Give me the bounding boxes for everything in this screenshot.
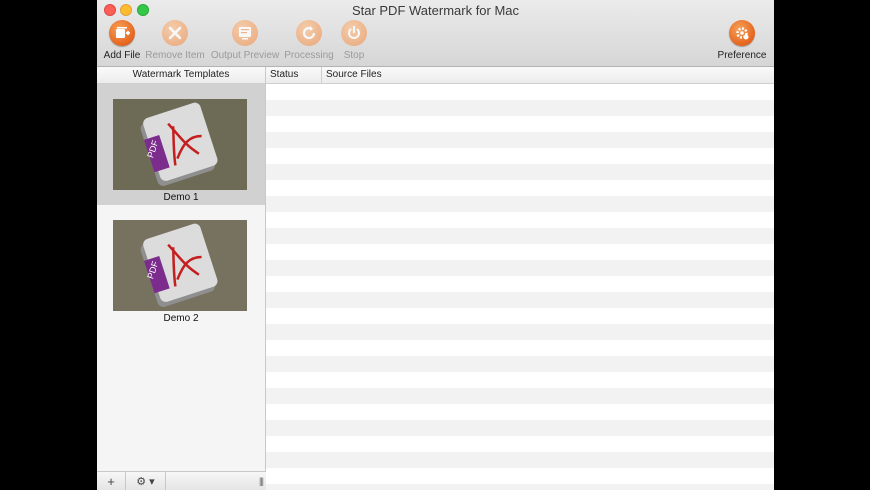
template-label: Demo 2 xyxy=(163,313,199,324)
sidebar-header: Watermark Templates xyxy=(97,67,265,84)
template-label: Demo 1 xyxy=(163,192,199,203)
remove-item-button[interactable]: Remove Item xyxy=(140,20,210,61)
preference-label: Preference xyxy=(717,50,767,61)
template-item[interactable]: PDF Demo 1 xyxy=(97,84,265,205)
preview-icon xyxy=(232,20,258,46)
templates-sidebar: Watermark Templates PDF Demo 1 PDF Demo … xyxy=(97,67,266,490)
window-title: Star PDF Watermark for Mac xyxy=(351,3,520,18)
column-header-status[interactable]: Status xyxy=(266,67,322,84)
power-icon xyxy=(341,20,367,46)
stop-button[interactable]: Stop xyxy=(319,20,389,61)
remove-item-label: Remove Item xyxy=(145,50,205,61)
source-files-table[interactable]: Status Source Files xyxy=(266,67,774,490)
resize-handle[interactable]: ||| xyxy=(259,476,264,486)
settings-gear-icon xyxy=(729,20,755,46)
column-header-source-files[interactable]: Source Files xyxy=(322,67,774,84)
add-file-label: Add File xyxy=(103,50,141,61)
app-window: Star PDF Watermark for Mac Add File Remo… xyxy=(97,0,774,490)
table-rows xyxy=(266,84,774,490)
title-toolbar: Star PDF Watermark for Mac Add File Remo… xyxy=(97,0,774,67)
add-template-button[interactable]: + xyxy=(97,472,126,490)
output-preview-button[interactable]: Output Preview xyxy=(210,20,280,61)
template-thumbnail: PDF xyxy=(113,99,247,190)
template-item[interactable]: PDF Demo 2 xyxy=(97,205,265,326)
add-file-icon xyxy=(109,20,135,46)
template-actions-gear-icon[interactable]: ⚙ ▾ xyxy=(126,472,166,490)
table-header: Status Source Files xyxy=(266,67,774,84)
output-preview-label: Output Preview xyxy=(210,50,280,61)
remove-icon xyxy=(162,20,188,46)
stop-label: Stop xyxy=(343,50,365,61)
preference-button[interactable]: Preference xyxy=(707,20,774,61)
sidebar-footer: + ⚙ ▾ ||| xyxy=(97,471,266,490)
template-thumbnail: PDF xyxy=(113,220,247,311)
